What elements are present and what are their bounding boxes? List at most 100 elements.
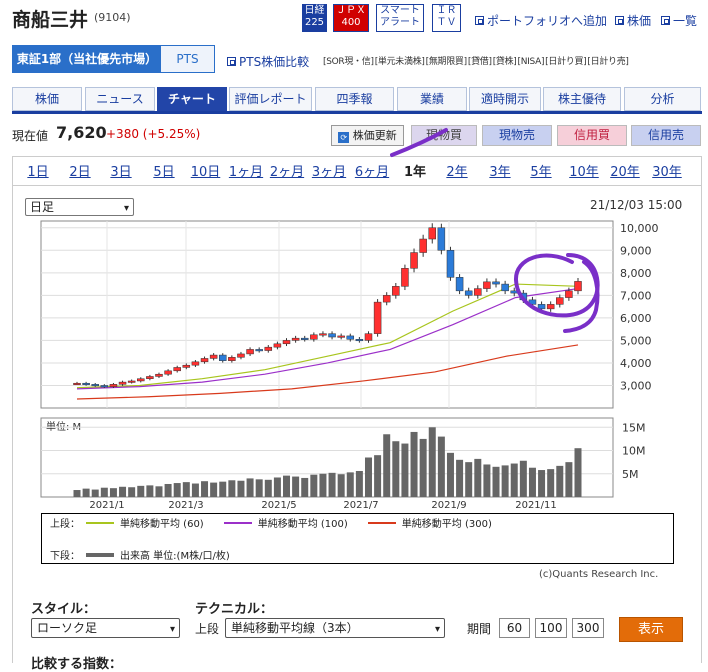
volume-bar	[437, 436, 445, 497]
technical-label: テクニカル：	[195, 602, 274, 617]
volume-bar	[565, 462, 573, 497]
candle-body	[255, 349, 263, 352]
volume-bar	[519, 460, 527, 497]
candle-body	[127, 380, 136, 383]
show-button[interactable]: 表示	[619, 617, 683, 642]
candle-body	[483, 281, 491, 289]
annotation-checkmark	[390, 128, 448, 157]
candle-body	[246, 349, 254, 355]
legend-lower: 下段： 出来高 単位:(M株/口/枚)	[50, 551, 230, 562]
y-tick-label: 10,000	[620, 222, 659, 235]
x-tick-label: 2021/11	[515, 500, 557, 511]
candle-body	[109, 384, 118, 387]
candle-body	[574, 281, 582, 292]
candle-body	[82, 382, 90, 385]
volume-bar	[374, 455, 382, 497]
volume-bar	[556, 465, 564, 497]
style-label: スタイル：	[31, 602, 97, 617]
period-input-3[interactable]: 300	[572, 618, 604, 638]
volume-bar	[328, 472, 336, 497]
candle-body	[200, 358, 209, 363]
candle-body	[546, 304, 555, 310]
volume-bar	[547, 469, 555, 497]
candle-body	[91, 384, 99, 387]
volume-bar	[364, 457, 372, 497]
volume-bar	[355, 470, 363, 497]
candle-body	[228, 357, 236, 361]
legend-line	[367, 521, 396, 524]
volume-bar	[465, 462, 473, 497]
technical-select[interactable]: 単純移動平均線（3本） ▾	[225, 618, 445, 638]
candle-body	[464, 290, 473, 296]
price-plot-frame	[40, 220, 614, 409]
candle-body	[419, 238, 427, 253]
period-input-2[interactable]: 100	[535, 618, 567, 638]
volume-bar	[91, 489, 99, 497]
volume-bar	[155, 486, 163, 497]
volume-bar	[255, 479, 263, 497]
volume-bar	[346, 472, 354, 497]
copyright: (c)Quants Research Inc.	[539, 569, 659, 580]
chevron-down-icon: ▾	[169, 624, 175, 635]
volume-bar	[419, 438, 427, 497]
candle-body	[392, 286, 400, 296]
period-input-1[interactable]: 60	[499, 618, 530, 638]
candle-body	[146, 376, 154, 379]
candle-body	[282, 340, 291, 345]
volume-bar	[501, 465, 509, 497]
candle-body	[182, 364, 191, 368]
candle-body	[501, 283, 509, 292]
volume-bar	[474, 458, 482, 497]
legend-upper: 上段： 単純移動平均 (60) 単純移動平均 (100) 単純移動平均 (300…	[50, 519, 492, 530]
volume-bar	[219, 481, 227, 497]
legend-bar	[86, 552, 114, 557]
legend-line	[86, 521, 114, 524]
candle-body	[410, 252, 418, 269]
candle-body	[118, 381, 127, 385]
volume-bar	[401, 443, 409, 497]
volume-bar	[119, 486, 127, 497]
candle-body	[382, 295, 391, 303]
volume-tick-label: 15M	[622, 421, 646, 434]
volume-bar	[428, 427, 436, 497]
volume-bar	[264, 479, 272, 497]
candle-body	[428, 227, 437, 240]
candle-body	[191, 361, 200, 366]
y-tick-label: 9,000	[620, 244, 652, 257]
legend-line	[223, 521, 252, 524]
period-label: 期間	[467, 622, 492, 636]
y-tick-label: 5,000	[620, 334, 652, 347]
candle-body	[455, 277, 464, 292]
volume-bar	[574, 448, 582, 497]
candle-body	[100, 385, 109, 388]
candle-body	[328, 333, 336, 338]
x-tick-label: 2021/5	[261, 500, 296, 511]
y-tick-label: 4,000	[620, 357, 652, 370]
y-tick-label: 7,000	[620, 289, 652, 302]
volume-bar	[492, 466, 500, 497]
volume-bar	[528, 467, 536, 497]
candle-body	[291, 337, 300, 341]
volume-bar	[100, 487, 108, 497]
candle-body	[310, 334, 318, 340]
volume-bar	[173, 483, 181, 497]
volume-bar	[82, 488, 90, 497]
volume-bar	[164, 483, 172, 497]
volume-tick-label: 5M	[622, 468, 639, 481]
candle-body	[155, 373, 163, 377]
y-tick-label: 3,000	[620, 379, 652, 392]
candle-body	[137, 378, 145, 382]
chevron-down-icon: ▾	[434, 624, 440, 635]
chart-legend: 上段： 単純移動平均 (60) 単純移動平均 (100) 単純移動平均 (300…	[41, 513, 674, 564]
volume-plot-frame	[40, 417, 614, 498]
candle-body	[364, 333, 373, 341]
candle-body	[218, 354, 227, 361]
volume-bar	[273, 477, 281, 497]
volume-bar	[182, 482, 190, 497]
volume-bar	[283, 475, 291, 497]
volume-bar	[109, 488, 117, 497]
volume-bar	[210, 482, 218, 497]
volume-bar	[201, 481, 209, 497]
style-select[interactable]: ローソク足 ▾	[31, 618, 180, 638]
candle-body	[273, 343, 282, 348]
